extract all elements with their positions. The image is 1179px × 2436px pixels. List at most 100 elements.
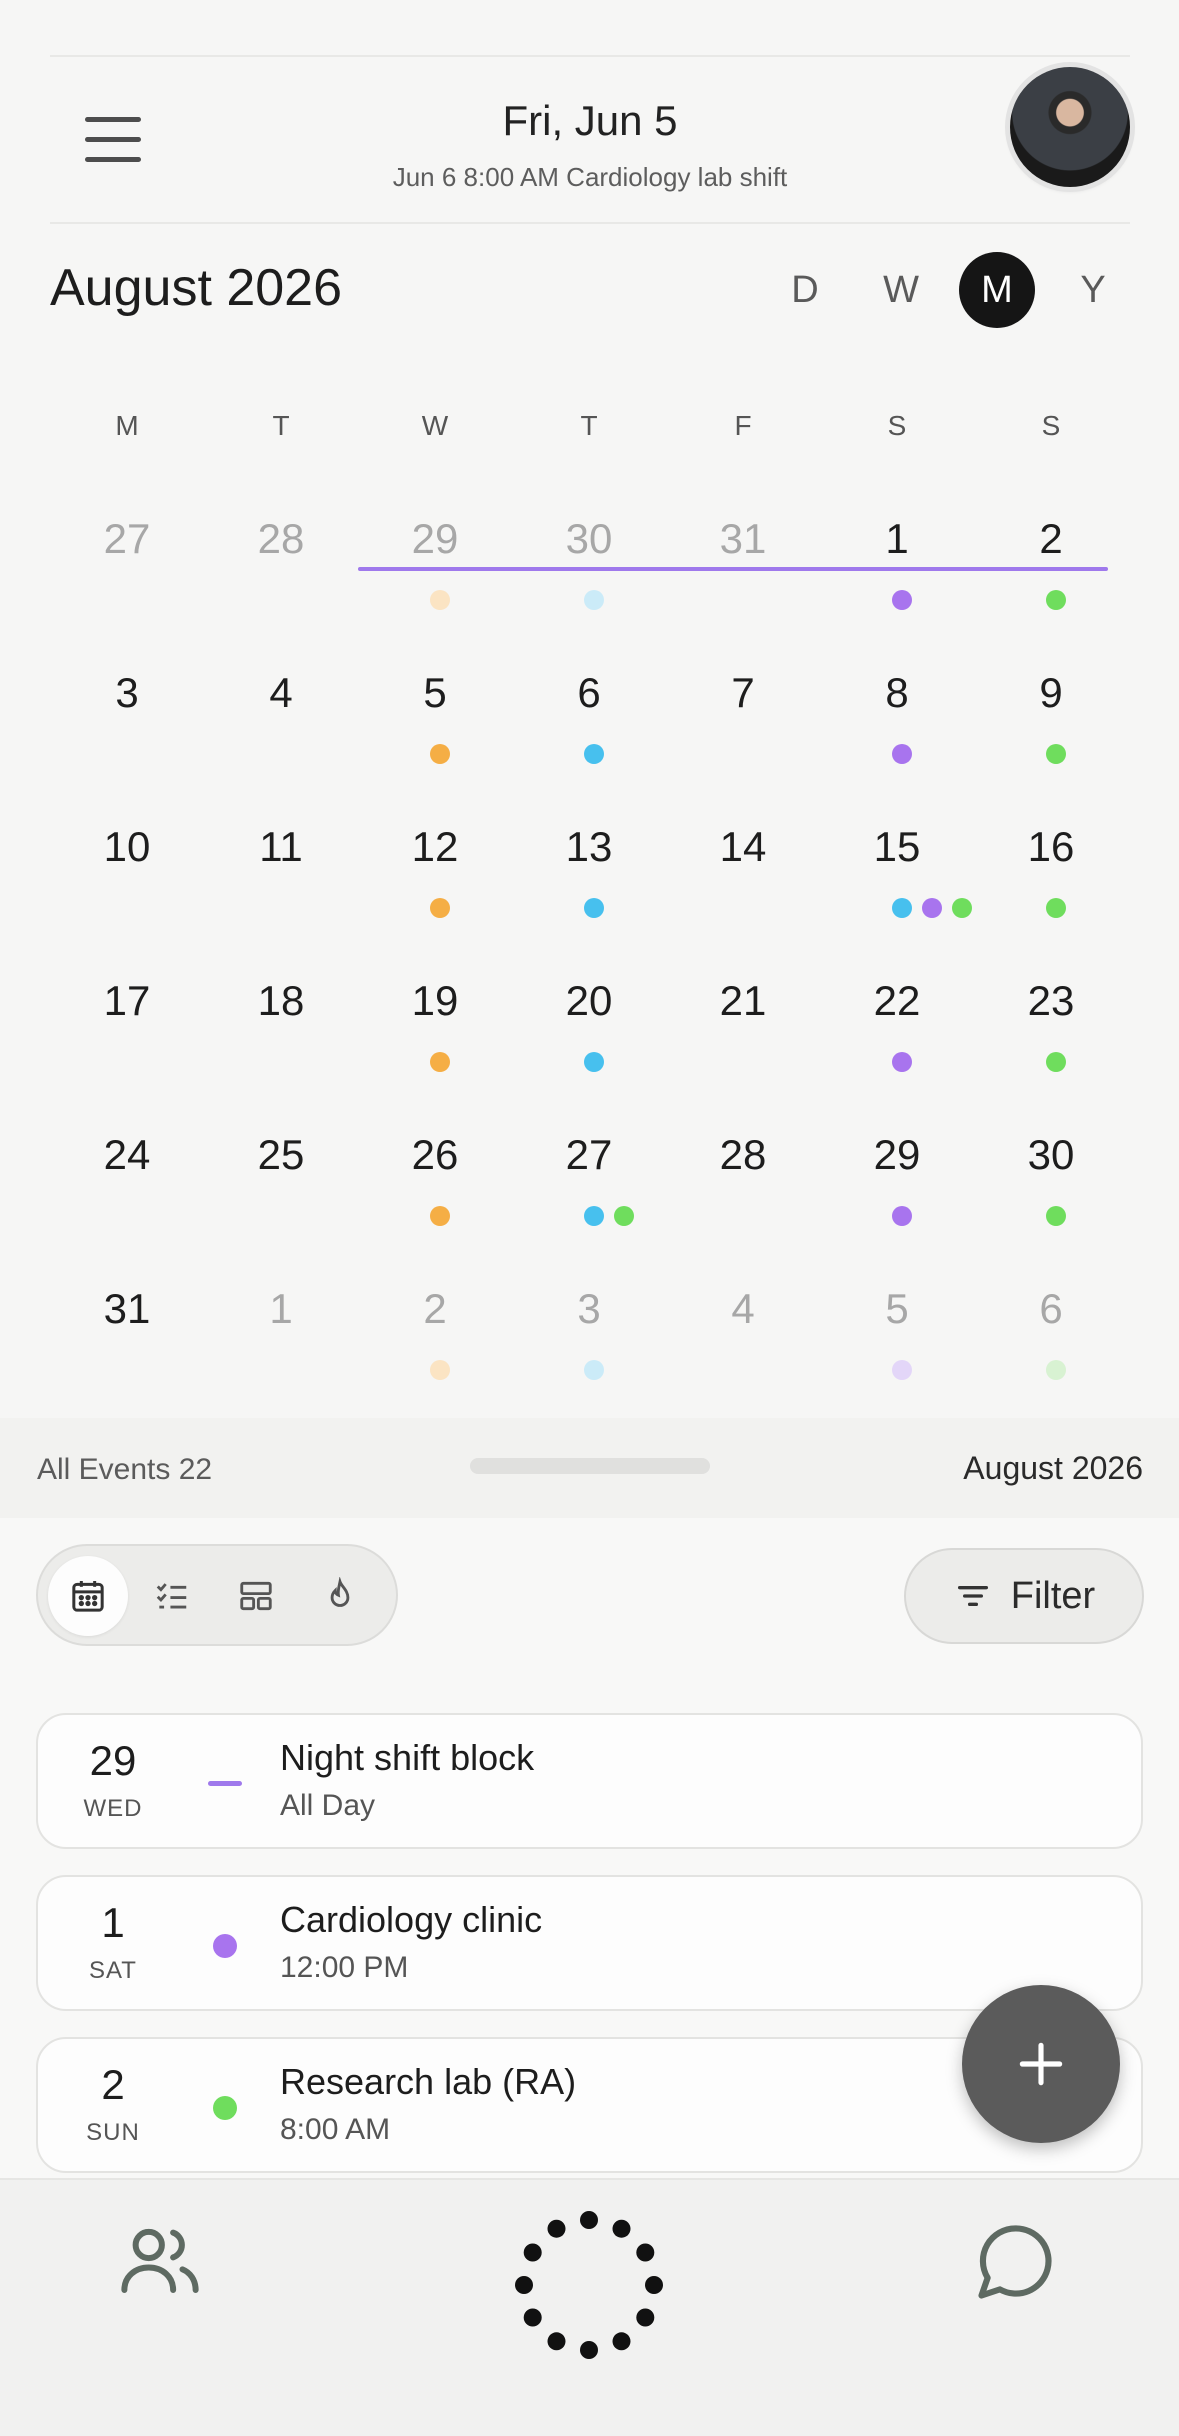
day-cell[interactable]: 2 <box>974 500 1128 654</box>
day-cell[interactable]: 10 <box>50 808 204 962</box>
day-number: 30 <box>1027 1131 1075 1178</box>
day-cell[interactable]: 1 <box>204 1270 358 1424</box>
day-cell[interactable]: 21 <box>666 962 820 1116</box>
event-dot <box>430 1360 450 1380</box>
day-number: 13 <box>565 823 613 870</box>
sheet-drag-handle[interactable] <box>470 1458 710 1474</box>
day-cell[interactable]: 24 <box>50 1116 204 1270</box>
day-number: 31 <box>719 515 767 562</box>
flame-icon[interactable] <box>300 1556 380 1636</box>
day-number: 22 <box>873 977 921 1024</box>
calendar-icon[interactable] <box>48 1556 128 1636</box>
weekday-header: M T W T F S S <box>50 410 1130 450</box>
event-dots <box>584 898 614 918</box>
day-cell[interactable]: 8 <box>820 654 974 808</box>
day-cell[interactable]: 23 <box>974 962 1128 1116</box>
day-number: 28 <box>719 1131 767 1178</box>
day-number: 27 <box>565 1131 613 1178</box>
day-cell[interactable]: 25 <box>204 1116 358 1270</box>
day-cell[interactable]: 20 <box>512 962 666 1116</box>
day-cell[interactable]: 29 <box>820 1116 974 1270</box>
day-cell[interactable]: 22 <box>820 962 974 1116</box>
view-day-button[interactable]: D <box>767 252 843 328</box>
view-month-button[interactable]: M <box>959 252 1035 328</box>
event-dot <box>430 744 450 764</box>
event-title: Night shift block <box>280 1737 535 1778</box>
day-cell[interactable]: 27 <box>512 1116 666 1270</box>
event-dot <box>584 744 604 764</box>
day-cell[interactable]: 31 <box>666 500 820 654</box>
day-cell[interactable]: 9 <box>974 654 1128 808</box>
day-number: 12 <box>411 823 459 870</box>
day-cell[interactable]: 12 <box>358 808 512 962</box>
event-dot <box>1046 1360 1066 1380</box>
chat-bubble-icon[interactable] <box>970 2215 1062 2312</box>
day-cell[interactable]: 28 <box>204 500 358 654</box>
day-number: 5 <box>423 669 447 716</box>
header-next-event[interactable]: Jun 6 8:00 AM Cardiology lab shift <box>50 162 1130 193</box>
add-event-button[interactable] <box>962 1985 1120 2143</box>
event-dot <box>1046 590 1066 610</box>
day-cell[interactable]: 2 <box>358 1270 512 1424</box>
day-number: 6 <box>577 669 601 716</box>
day-number: 7 <box>731 669 755 716</box>
day-cell[interactable]: 17 <box>50 962 204 1116</box>
day-number: 1 <box>269 1285 293 1332</box>
day-cell[interactable]: 4 <box>666 1270 820 1424</box>
event-dots <box>1046 1206 1076 1226</box>
multi-day-event-line[interactable] <box>358 567 1108 571</box>
event-dots <box>430 744 460 764</box>
plus-icon <box>1019 2042 1063 2086</box>
day-cell[interactable]: 28 <box>666 1116 820 1270</box>
day-number: 23 <box>1027 977 1075 1024</box>
event-color-bar <box>208 1781 242 1786</box>
day-cell[interactable]: 19 <box>358 962 512 1116</box>
day-cell[interactable]: 7 <box>666 654 820 808</box>
day-cell[interactable]: 31 <box>50 1270 204 1424</box>
day-number: 5 <box>885 1285 909 1332</box>
day-cell[interactable]: 27 <box>50 500 204 654</box>
checklist-icon[interactable] <box>132 1556 212 1636</box>
day-cell[interactable]: 26 <box>358 1116 512 1270</box>
day-cell[interactable]: 30 <box>974 1116 1128 1270</box>
event-dot <box>584 1052 604 1072</box>
event-dots <box>430 590 460 610</box>
event-dot <box>952 898 972 918</box>
event-card[interactable]: 29 WED Night shift block All Day <box>36 1713 1143 1849</box>
month-title[interactable]: August 2026 <box>50 258 342 318</box>
loading-dots-icon[interactable] <box>514 2210 664 2365</box>
event-dots <box>892 744 922 764</box>
day-cell[interactable]: 4 <box>204 654 358 808</box>
people-icon[interactable] <box>115 2215 205 2310</box>
event-weekday: WED <box>83 1795 143 1822</box>
weekday-label: S <box>887 410 907 441</box>
view-year-button[interactable]: Y <box>1055 252 1131 328</box>
day-cell[interactable]: 5 <box>820 1270 974 1424</box>
event-color-dot <box>213 1934 237 1958</box>
day-cell[interactable]: 13 <box>512 808 666 962</box>
day-cell[interactable]: 30 <box>512 500 666 654</box>
event-card[interactable]: 1 SAT Cardiology clinic 12:00 PM <box>36 1875 1143 2011</box>
day-cell[interactable]: 5 <box>358 654 512 808</box>
day-cell[interactable]: 6 <box>974 1270 1128 1424</box>
day-cell[interactable]: 3 <box>512 1270 666 1424</box>
day-cell[interactable]: 6 <box>512 654 666 808</box>
day-cell[interactable]: 1 <box>820 500 974 654</box>
day-cell[interactable]: 16 <box>974 808 1128 962</box>
filter-button[interactable]: Filter <box>904 1548 1144 1644</box>
event-day: 2 <box>101 2061 125 2108</box>
view-week-button[interactable]: W <box>863 252 939 328</box>
event-day: 29 <box>89 1737 137 1784</box>
event-dots <box>430 1360 460 1380</box>
layout-icon[interactable] <box>216 1556 296 1636</box>
day-cell[interactable]: 11 <box>204 808 358 962</box>
day-cell[interactable]: 3 <box>50 654 204 808</box>
profile-avatar[interactable] <box>1010 67 1130 187</box>
day-cell[interactable]: 18 <box>204 962 358 1116</box>
day-cell[interactable]: 29 <box>358 500 512 654</box>
day-number: 8 <box>885 669 909 716</box>
weekday-label: T <box>580 410 598 441</box>
day-cell[interactable]: 14 <box>666 808 820 962</box>
day-cell[interactable]: 15 <box>820 808 974 962</box>
event-dot <box>614 1206 634 1226</box>
